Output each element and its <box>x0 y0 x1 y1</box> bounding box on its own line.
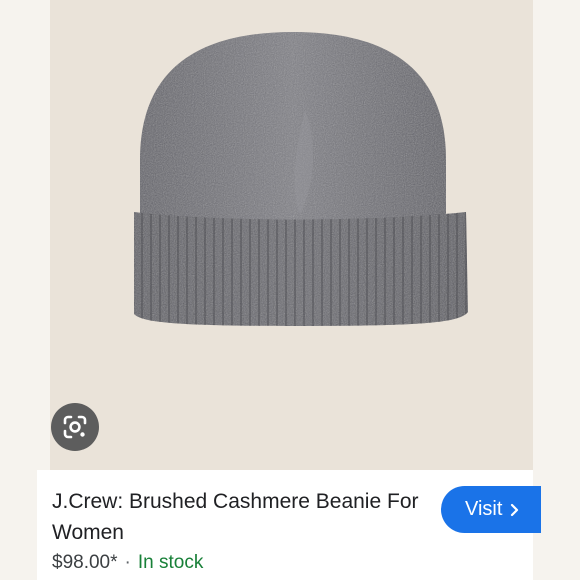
visit-label: Visit <box>465 498 503 520</box>
price-row: $98.00* · In stock <box>52 551 203 575</box>
product-image[interactable] <box>50 0 533 470</box>
screenshot-frame: J.Crew: Brushed Cashmere Beanie For Wome… <box>0 0 580 580</box>
google-lens-icon <box>63 415 87 439</box>
product-price: $98.00* <box>52 552 118 573</box>
visit-button[interactable]: Visit <box>441 486 541 533</box>
separator-dot: · <box>124 552 131 573</box>
product-title[interactable]: J.Crew: Brushed Cashmere Beanie For Wome… <box>52 486 432 548</box>
lens-search-button[interactable] <box>51 403 99 451</box>
beanie-image <box>134 32 468 326</box>
product-info-panel: J.Crew: Brushed Cashmere Beanie For Wome… <box>37 470 541 580</box>
chevron-right-icon <box>511 503 519 516</box>
availability-status: In stock <box>137 552 204 573</box>
